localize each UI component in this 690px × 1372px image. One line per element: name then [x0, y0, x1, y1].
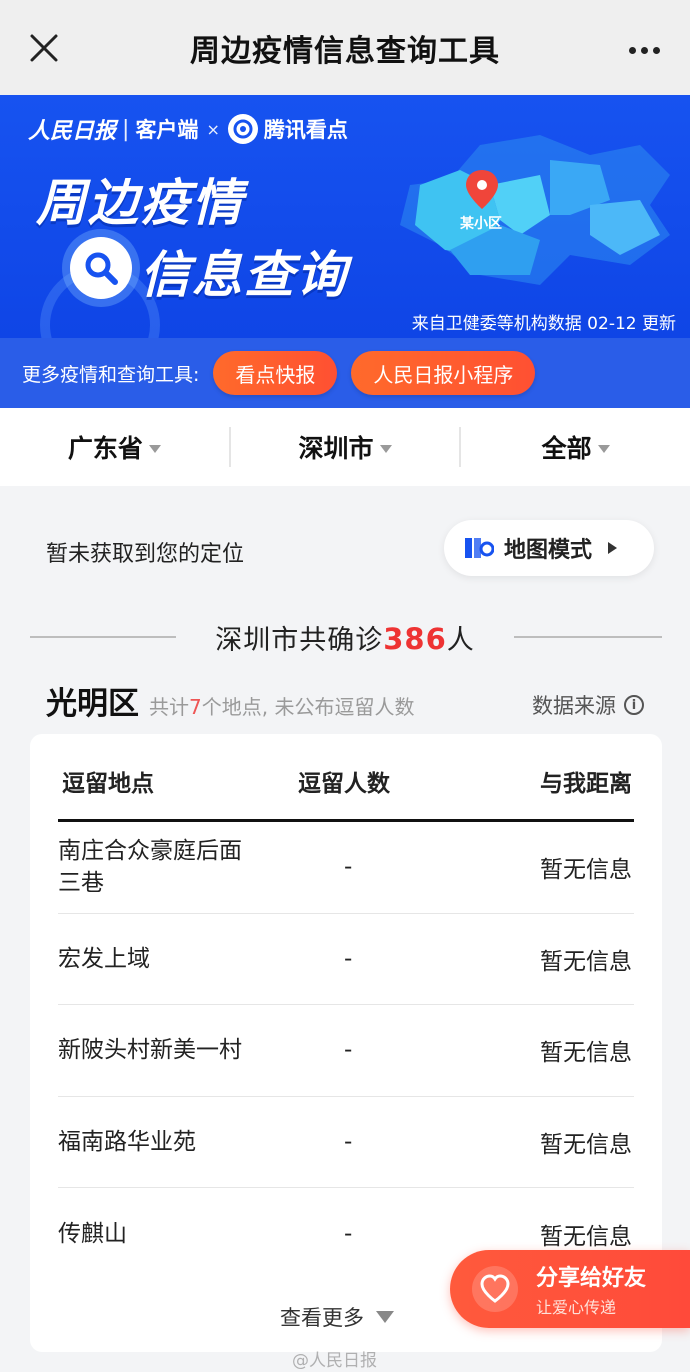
- row-place: 传麒山: [58, 1220, 127, 1247]
- row-count: -: [344, 854, 353, 881]
- table-body: 南庄合众豪庭后面三巷 - 暂无信息 宏发上域 - 暂无信息 新陂头村新美一村 -…: [58, 822, 634, 1280]
- more-dots-icon[interactable]: [620, 30, 668, 70]
- city-value: 深圳市: [298, 434, 374, 463]
- row-count: -: [344, 1037, 353, 1064]
- map-mode-button[interactable]: 地图模式: [444, 520, 654, 576]
- row-place: 福南路华业苑: [58, 1128, 196, 1155]
- row-count: -: [344, 1220, 353, 1247]
- page-title: 周边疫情信息查询工具: [190, 33, 500, 69]
- table-row[interactable]: 宏发上域 - 暂无信息: [58, 914, 634, 1005]
- map-pin-label: 某小区: [460, 215, 502, 232]
- banner-headline-2: 信息查询: [140, 246, 348, 304]
- total-prefix: 深圳市共确诊: [215, 625, 384, 656]
- row-distance: 暂无信息: [540, 1131, 632, 1158]
- chevron-down-icon: [376, 1311, 394, 1323]
- brand-client-label: 客户端: [135, 118, 199, 142]
- row-place: 宏发上域: [58, 945, 150, 972]
- heart-icon: [472, 1266, 518, 1312]
- table-row[interactable]: 南庄合众豪庭后面三巷 - 暂无信息: [58, 822, 634, 914]
- location-status: 暂未获取到您的定位: [46, 542, 245, 567]
- brand-divider: |: [122, 116, 130, 142]
- weibo-watermark: @人民日报: [292, 1351, 377, 1371]
- share-title: 分享给好友: [536, 1266, 647, 1291]
- district-header: 光明区 共计7个地点, 未公布逗留人数: [46, 678, 414, 723]
- total-count: 386: [383, 622, 447, 656]
- district-summary: 共计7个地点, 未公布逗留人数: [149, 695, 415, 719]
- brand-cross: ×: [206, 119, 220, 139]
- row-place: 南庄合众豪庭后面三巷: [58, 838, 242, 897]
- row-distance: 暂无信息: [540, 857, 632, 884]
- row-distance: 暂无信息: [540, 1040, 632, 1067]
- share-text: 分享给好友 让爱心传递: [536, 1260, 646, 1318]
- row-count: -: [344, 945, 353, 972]
- chevron-down-icon: [148, 445, 161, 453]
- city-dropdown[interactable]: 深圳市: [228, 427, 460, 467]
- province-value: 广东省: [67, 434, 143, 463]
- district-name: 光明区: [46, 686, 139, 722]
- header-place: 逗留地点: [62, 771, 154, 797]
- city-total: 深圳市共确诊386人: [0, 618, 690, 657]
- see-more-label: 查看更多: [280, 1306, 364, 1330]
- search-icon: [70, 237, 132, 299]
- kandian-news-button[interactable]: 看点快报: [213, 351, 338, 395]
- see-more-button[interactable]: 查看更多: [280, 1302, 394, 1332]
- region-filters: 广东省 深圳市 全部: [0, 408, 690, 486]
- play-arrow-icon: [608, 542, 618, 554]
- header-count: 逗留人数: [298, 771, 390, 797]
- chevron-down-icon: [379, 445, 392, 453]
- map-mode-icon: [465, 538, 494, 558]
- info-icon: i: [624, 695, 644, 715]
- table-row[interactable]: 福南路华业苑 - 暂无信息: [58, 1097, 634, 1188]
- row-distance: 暂无信息: [540, 1223, 632, 1250]
- hero-banner: 人民日报 | 客户端 × 腾讯看点 周边疫情 信息查询 某小区 来自卫健委等机构…: [0, 95, 690, 338]
- close-icon[interactable]: [22, 26, 66, 70]
- brand-row: 人民日报 | 客户端 × 腾讯看点: [28, 113, 348, 145]
- data-source-link[interactable]: 数据来源 i: [532, 690, 644, 720]
- title-bar: 周边疫情信息查询工具: [0, 0, 690, 95]
- tencent-eye-icon: [227, 114, 258, 144]
- header-distance: 与我距离: [540, 771, 632, 797]
- row-count: -: [344, 1128, 353, 1155]
- data-source-label: 数据来源: [532, 694, 616, 718]
- district-value: 全部: [541, 434, 592, 463]
- brand-tencent-label: 腾讯看点: [263, 118, 348, 142]
- rmrb-miniprogram-button[interactable]: 人民日报小程序: [351, 351, 536, 395]
- map-illustration: 某小区: [400, 135, 670, 285]
- table-row[interactable]: 新陂头村新美一村 - 暂无信息: [58, 1005, 634, 1097]
- district-dropdown[interactable]: 全部: [459, 427, 690, 467]
- table-header: 逗留地点 逗留人数 与我距离: [58, 734, 634, 822]
- tools-label: 更多疫情和查询工具:: [22, 363, 200, 386]
- tools-bar: 更多疫情和查询工具: 看点快报 人民日报小程序: [0, 338, 690, 408]
- brand-rmrb-logo: 人民日报: [28, 118, 117, 144]
- province-dropdown[interactable]: 广东省: [0, 427, 229, 467]
- banner-headline-1: 周边疫情: [36, 174, 244, 232]
- row-distance: 暂无信息: [540, 948, 632, 975]
- data-source-note: 来自卫健委等机构数据 02-12 更新: [411, 314, 676, 334]
- share-subtitle: 让爱心传递: [536, 1298, 617, 1317]
- share-button[interactable]: 分享给好友 让爱心传递: [450, 1250, 690, 1328]
- map-mode-label: 地图模式: [504, 538, 593, 563]
- total-suffix: 人: [446, 625, 475, 656]
- chevron-down-icon: [597, 445, 610, 453]
- row-place: 新陂头村新美一村: [58, 1037, 242, 1064]
